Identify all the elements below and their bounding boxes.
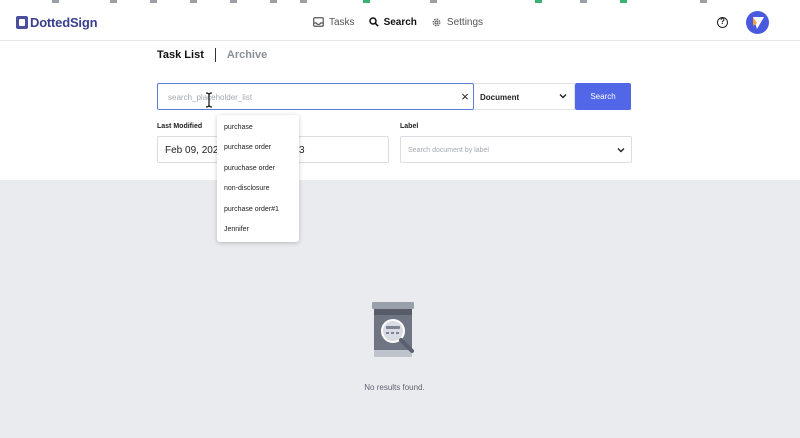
label-placeholder: Search document by label	[408, 147, 489, 154]
last-modified-label: Last Modified	[157, 123, 203, 130]
suggestion-item[interactable]: puruchase order	[217, 159, 299, 179]
nav-tasks[interactable]: Tasks	[313, 17, 355, 28]
text-cursor-icon	[205, 92, 213, 108]
document-type-value: Document	[480, 93, 520, 102]
clear-icon[interactable]: ×	[459, 90, 471, 104]
help-icon[interactable]: ?	[717, 17, 728, 28]
nav-settings-label: Settings	[446, 16, 484, 28]
label-select[interactable]: Search document by label	[400, 136, 632, 163]
logo-icon	[16, 15, 28, 29]
tab-archive[interactable]: Archive	[227, 49, 267, 61]
top-header: DottedSign Tasks Search Settings ?	[0, 3, 800, 41]
inbox-icon	[313, 17, 324, 27]
label-filter-label: Label	[400, 123, 419, 130]
search-icon	[368, 17, 379, 27]
app-logo[interactable]: DottedSign	[16, 13, 98, 31]
suggestion-item[interactable]: purchase order	[217, 138, 299, 158]
suggestion-item[interactable]: purchase	[217, 118, 299, 138]
no-results-text: No results found.	[364, 383, 425, 392]
tab-task-list[interactable]: Task List	[157, 49, 204, 61]
gear-icon	[432, 18, 441, 26]
avatar-logo-icon	[753, 17, 764, 29]
tab-divider	[214, 48, 216, 62]
suggestion-item[interactable]: non-disclosure	[217, 179, 299, 199]
logo-text: DottedSign	[30, 14, 98, 30]
nav-settings[interactable]: Settings	[431, 17, 483, 28]
empty-mailbox-search-icon	[372, 302, 414, 357]
chevron-down-icon	[617, 148, 625, 153]
task-tabs: Task List Archive	[157, 47, 267, 63]
chevron-down-icon	[559, 94, 567, 99]
search-button[interactable]: Search	[575, 83, 631, 110]
suggestion-item[interactable]: purchase order#1	[217, 200, 299, 220]
document-type-select[interactable]: Document	[474, 83, 575, 110]
search-suggestions-dropdown: purchase purchase order puruchase order …	[217, 115, 299, 242]
suggestion-item[interactable]: Jennifer	[217, 220, 299, 240]
main-nav: Tasks Search Settings	[313, 3, 497, 41]
date-to: 3	[299, 145, 305, 156]
nav-search-label: Search	[383, 16, 417, 28]
date-from: Feb 09, 2023	[165, 145, 224, 156]
nav-search[interactable]: Search	[368, 16, 417, 28]
avatar[interactable]	[746, 11, 769, 34]
nav-tasks-label: Tasks	[329, 16, 355, 28]
